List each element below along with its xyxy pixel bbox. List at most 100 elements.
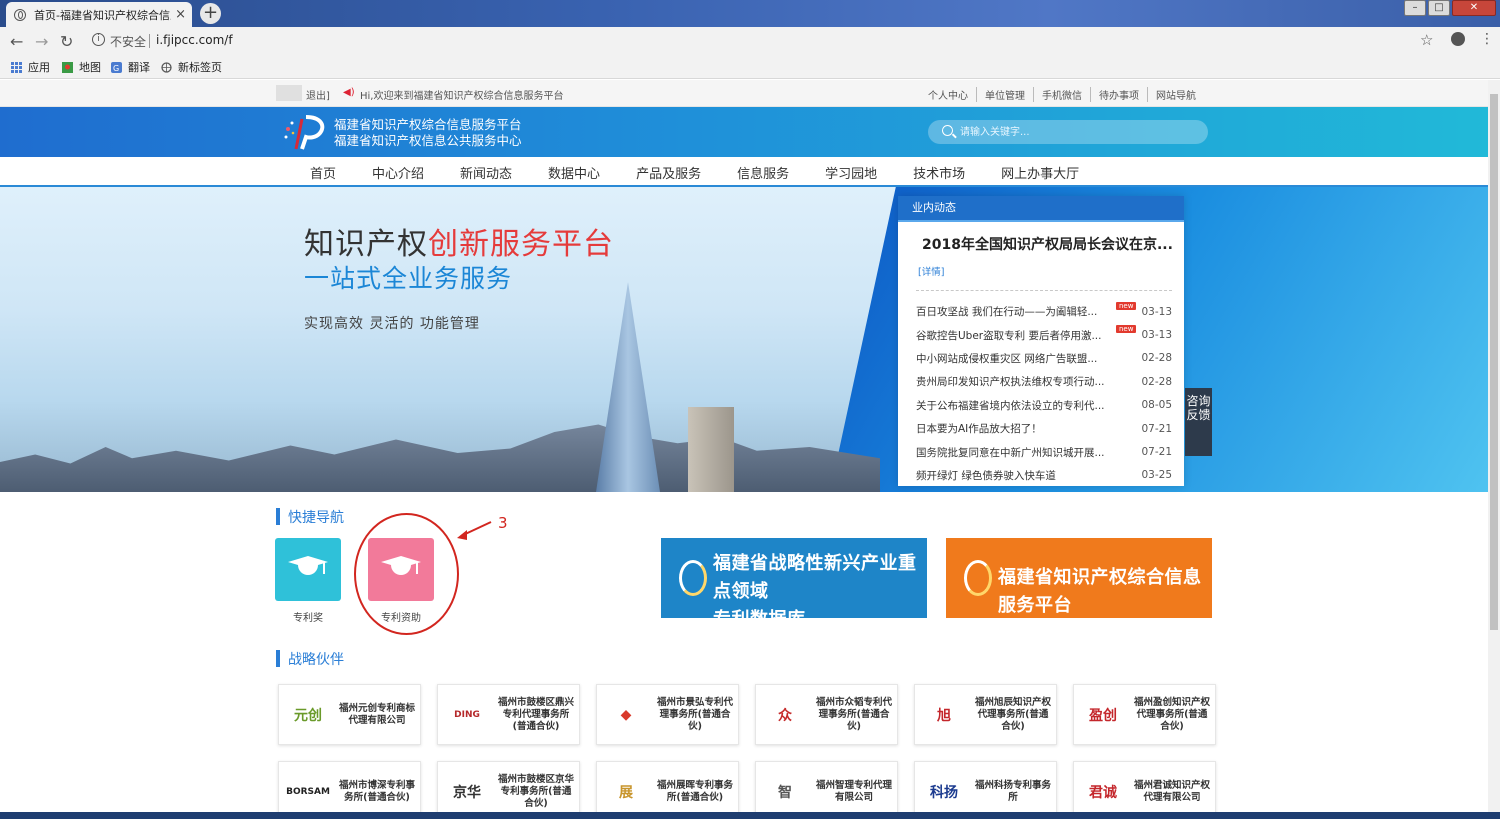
partner-name: 福州市博深专利事务所(普通合伙)	[338, 779, 415, 803]
news-item-title[interactable]: 国务院批复同意在中新广州知识城开展...	[916, 445, 1112, 460]
partner-card[interactable]: 科扬 福州科扬专利事务所	[914, 761, 1057, 819]
bookmark-star-icon[interactable]: ☆	[1420, 31, 1433, 49]
quicknav-label: 专利奖	[293, 613, 323, 624]
promo-patent-database[interactable]: 福建省战略性新兴产业重点领域 专利数据库	[661, 538, 927, 630]
news-item-title[interactable]: 关于公布福建省境内依法设立的专利代...	[916, 398, 1112, 413]
menu-kebab-icon[interactable]: ⋮	[1480, 31, 1494, 47]
account-icon[interactable]	[1451, 32, 1465, 46]
nav-center-intro[interactable]: 中心介绍	[358, 163, 438, 182]
consult-feedback-button[interactable]: 咨询反馈	[1185, 388, 1212, 456]
partner-name: 福州市鼓楼区鼎兴专利代理事务所(普通合伙)	[497, 696, 574, 732]
logout-link[interactable]: 退出]	[306, 87, 330, 102]
close-window-icon[interactable]: ✕	[1452, 0, 1496, 16]
url-text[interactable]: i.fjipcc.com/f	[156, 33, 233, 47]
link-mobile-wechat[interactable]: 手机微信	[1033, 87, 1090, 102]
partner-name: 福州市众韬专利代理事务所(普通合伙)	[815, 696, 892, 732]
back-arrow-icon[interactable]: ←	[10, 32, 23, 51]
promo-info-platform[interactable]: 福建省知识产权综合信息服务平台	[946, 538, 1212, 618]
link-site-nav[interactable]: 网站导航	[1147, 87, 1204, 102]
partner-card[interactable]: 盈创 福州盈创知识产权代理事务所(普通合伙)	[1073, 684, 1216, 745]
bookmark-maps[interactable]: 地图	[62, 59, 101, 75]
bookmark-label: 新标签页	[178, 61, 222, 74]
vertical-scrollbar[interactable]	[1488, 80, 1500, 813]
partner-card[interactable]: 旭 福州旭辰知识产权代理事务所(普通合伙)	[914, 684, 1057, 745]
close-tab-icon[interactable]: ×	[175, 7, 186, 22]
site-logo[interactable]	[282, 113, 328, 151]
search-icon[interactable]	[942, 125, 953, 136]
nav-news[interactable]: 新闻动态	[446, 163, 526, 182]
new-badge: new	[1116, 325, 1137, 334]
nav-home[interactable]: 首页	[296, 163, 350, 182]
bookmark-newtab[interactable]: 新标签页	[161, 59, 222, 75]
bookmark-apps[interactable]: 应用	[11, 59, 50, 75]
apps-grid-icon	[11, 61, 22, 73]
new-tab-button[interactable]: +	[200, 3, 221, 24]
news-item[interactable]: 贵州局印发知识产权执法维权专项行动... 02-28	[916, 370, 1172, 393]
news-item-date: 02-28	[1141, 375, 1172, 388]
link-todo[interactable]: 待办事项	[1090, 87, 1147, 102]
news-detail-link[interactable]: [详情]	[918, 264, 1184, 278]
site-search	[928, 120, 1208, 144]
browser-tab-active[interactable]: 首页-福建省知识产权综合信息服 ×	[6, 2, 192, 27]
bookmark-label: 应用	[28, 61, 50, 74]
news-item-title[interactable]: 百日攻坚战 我们在行动——为阖辑轻...	[916, 304, 1112, 319]
partner-card[interactable]: BORSAM 福州市博深专利事务所(普通合伙)	[278, 761, 421, 819]
partner-card[interactable]: DING 福州市鼓楼区鼎兴专利代理事务所(普通合伙)	[437, 684, 580, 745]
news-item[interactable]: 频开绿灯 绿色债券驶入快车道 03-25	[916, 464, 1172, 487]
reload-icon[interactable]: ↻	[60, 32, 73, 51]
nav-products[interactable]: 产品及服务	[622, 163, 715, 182]
maximize-icon[interactable]: □	[1428, 0, 1450, 16]
partner-card[interactable]: 众 福州市众韬专利代理事务所(普通合伙)	[755, 684, 898, 745]
news-item[interactable]: 百日攻坚战 我们在行动——为阖辑轻... new 03-13	[916, 300, 1172, 323]
speaker-icon: ◀)	[343, 87, 355, 98]
site-name-line2: 福建省知识产权信息公共服务中心	[334, 133, 522, 148]
news-item[interactable]: 国务院批复同意在中新广州知识城开展... 07-21	[916, 440, 1172, 463]
info-icon[interactable]: i	[92, 33, 105, 46]
os-taskbar	[0, 812, 1500, 819]
globe-icon	[161, 61, 172, 73]
promo-logo-icon	[964, 560, 992, 596]
promo-logo-icon	[679, 560, 707, 596]
quicknav-patent-award[interactable]: 专利奖	[275, 538, 341, 624]
news-item-date: 08-05	[1141, 399, 1172, 412]
partner-card[interactable]: 元创 福州元创专利商标代理有限公司	[278, 684, 421, 745]
news-item-title[interactable]: 日本要为AI作品放大招了！	[916, 421, 1112, 436]
partner-logo: ◆	[620, 706, 632, 723]
news-item[interactable]: 日本要为AI作品放大招了！ 07-21	[916, 417, 1172, 440]
news-panel-header: 业内动态	[898, 196, 1184, 220]
partner-card[interactable]: 京华 福州市鼓楼区京华专利事务所(普通合伙)	[437, 761, 580, 819]
partner-card[interactable]: ◆ 福州市景弘专利代理事务所(普通合伙)	[596, 684, 739, 745]
omnibox[interactable]: i 不安全 i.fjipcc.com/f	[86, 30, 1436, 52]
nav-info-service[interactable]: 信息服务	[723, 163, 803, 182]
forward-arrow-icon[interactable]: →	[35, 32, 48, 51]
news-item-title[interactable]: 贵州局印发知识产权执法维权专项行动...	[916, 374, 1112, 389]
promo-text: 福建省战略性新兴产业重点领域 专利数据库	[713, 550, 927, 634]
news-item[interactable]: 关于公布福建省境内依法设立的专利代... 08-05	[916, 394, 1172, 417]
news-item-title[interactable]: 中小网站成侵权重灾区 网络广告联盟...	[916, 351, 1112, 366]
partner-card[interactable]: 智 福州智理专利代理有限公司	[755, 761, 898, 819]
bookmark-translate[interactable]: G 翻译	[111, 59, 150, 75]
search-input[interactable]	[960, 124, 1190, 140]
partner-card[interactable]: 展 福州展晖专利事务所(普通合伙)	[596, 761, 739, 819]
nav-tech-market[interactable]: 技术市场	[899, 163, 979, 182]
username-redacted	[276, 85, 302, 101]
news-item[interactable]: 谷歌控告Uber盗取专利 要后者停用激... new 03-13	[916, 323, 1172, 346]
news-item-title[interactable]: 频开绿灯 绿色债券驶入快车道	[916, 468, 1112, 483]
patent-award-tile[interactable]	[275, 538, 341, 601]
news-item-title[interactable]: 谷歌控告Uber盗取专利 要后者停用激...	[916, 328, 1112, 343]
minimize-icon[interactable]: –	[1404, 0, 1426, 16]
news-headline[interactable]: 2018年全国知识产权局局长会议在京...	[922, 234, 1172, 254]
nav-online-hall[interactable]: 网上办事大厅	[987, 163, 1093, 182]
link-unit-management[interactable]: 单位管理	[976, 87, 1033, 102]
partner-card[interactable]: 君诚 福州君诚知识产权代理有限公司	[1073, 761, 1216, 819]
nav-learning[interactable]: 学习园地	[811, 163, 891, 182]
news-item[interactable]: 中小网站成侵权重灾区 网络广告联盟... 02-28	[916, 347, 1172, 370]
promo-text: 福建省知识产权综合信息服务平台	[998, 564, 1212, 620]
bookmarks-bar: 应用 地图 G 翻译 新标签页	[0, 55, 1500, 79]
nav-data-center[interactable]: 数据中心	[534, 163, 614, 182]
news-item-date: 03-25	[1141, 469, 1172, 482]
scrollbar-thumb[interactable]	[1490, 94, 1498, 630]
page-viewport: 退出] ◀) Hi,欢迎来到福建省知识产权综合信息服务平台 个人中心 单位管理 …	[0, 80, 1488, 819]
news-item-date: 07-21	[1141, 422, 1172, 435]
link-personal-center[interactable]: 个人中心	[920, 87, 976, 102]
